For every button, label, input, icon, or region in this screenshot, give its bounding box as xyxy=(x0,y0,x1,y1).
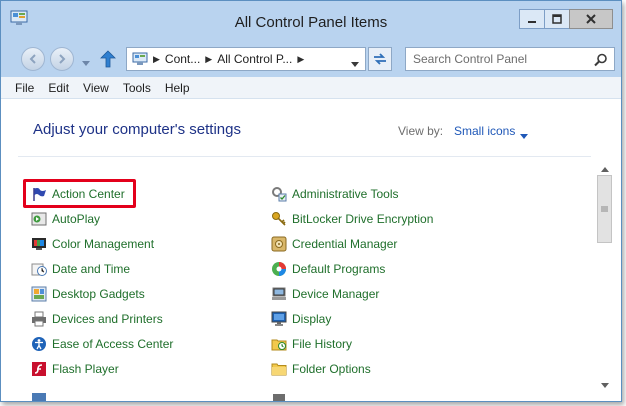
item-label: Display xyxy=(292,312,332,326)
ease-of-access-icon xyxy=(31,336,47,352)
file-history-icon xyxy=(271,336,287,352)
item-label: Color Management xyxy=(52,237,155,251)
content-pane: Adjust your computer's settings View by:… xyxy=(1,99,621,401)
search-input[interactable] xyxy=(413,52,589,66)
partial-row-right xyxy=(271,389,287,401)
item-folder-options[interactable]: Folder Options xyxy=(271,360,371,378)
admin-tools-icon xyxy=(271,186,287,202)
item-label: Administrative Tools xyxy=(292,187,399,201)
view-by-dropdown[interactable]: Small icons xyxy=(454,124,515,138)
default-programs-icon xyxy=(271,261,287,277)
minimize-button[interactable] xyxy=(519,9,545,29)
item-date-and-time[interactable]: Date and Time xyxy=(31,260,130,278)
folder-icon xyxy=(271,361,287,377)
view-by-chevron-down-icon[interactable] xyxy=(520,128,528,142)
refresh-icon xyxy=(374,53,386,65)
search-icon[interactable] xyxy=(594,53,608,70)
close-button[interactable] xyxy=(569,9,613,29)
minimize-icon xyxy=(528,21,536,23)
color-management-icon xyxy=(31,236,47,252)
item-label: Credential Manager xyxy=(292,237,398,251)
bitlocker-key-icon xyxy=(271,211,287,227)
item-credential-manager[interactable]: Credential Manager xyxy=(271,235,397,253)
maximize-button[interactable] xyxy=(544,9,570,29)
menu-file[interactable]: File xyxy=(15,81,34,95)
control-panel-crumb-icon xyxy=(132,52,148,66)
autoplay-icon xyxy=(31,211,47,227)
gadgets-icon xyxy=(31,286,47,302)
item-label: Default Programs xyxy=(292,262,386,276)
item-default-programs[interactable]: Default Programs xyxy=(271,260,385,278)
maximize-icon xyxy=(552,14,562,24)
item-device-manager[interactable]: Device Manager xyxy=(271,285,379,303)
menu-tools[interactable]: Tools xyxy=(123,81,151,95)
display-icon xyxy=(271,311,287,327)
item-desktop-gadgets[interactable]: Desktop Gadgets xyxy=(31,285,145,303)
highlight-box xyxy=(23,179,136,208)
item-autoplay[interactable]: AutoPlay xyxy=(31,210,100,228)
scroll-up-icon[interactable] xyxy=(601,161,609,175)
item-devices-and-printers[interactable]: Devices and Printers xyxy=(31,310,163,328)
forward-arrow-icon xyxy=(59,54,66,64)
refresh-button[interactable] xyxy=(368,47,392,71)
item-color-management[interactable]: Color Management xyxy=(31,235,154,253)
menu-bar: File Edit View Tools Help xyxy=(1,77,621,99)
back-arrow-icon xyxy=(29,54,36,64)
item-ease-of-access-center[interactable]: Ease of Access Center xyxy=(31,335,173,353)
printer-icon xyxy=(31,311,47,327)
breadcrumb-separator-icon: ▶ xyxy=(153,53,160,64)
credential-vault-icon xyxy=(271,236,287,252)
grip-icon xyxy=(601,206,608,212)
device-manager-icon xyxy=(271,286,287,302)
item-display[interactable]: Display xyxy=(271,310,331,328)
item-label: Folder Options xyxy=(292,362,371,376)
menu-edit[interactable]: Edit xyxy=(48,81,69,95)
back-button[interactable] xyxy=(21,47,45,71)
item-label: AutoPlay xyxy=(52,212,101,226)
item-file-history[interactable]: File History xyxy=(271,335,352,353)
forward-button[interactable] xyxy=(50,47,74,71)
page-title: Adjust your computer's settings xyxy=(33,121,241,138)
caption-buttons xyxy=(519,9,613,29)
up-arrow-icon[interactable] xyxy=(100,50,116,71)
partial-row-left xyxy=(31,389,47,401)
breadcrumb-separator-icon: ▶ xyxy=(205,53,213,64)
search-box xyxy=(405,47,615,71)
item-label: File History xyxy=(292,337,353,351)
breadcrumb-separator-icon: ▶ xyxy=(297,53,305,64)
item-administrative-tools[interactable]: Administrative Tools xyxy=(271,185,399,203)
scroll-down-icon[interactable] xyxy=(601,377,609,391)
title-bar[interactable]: All Control Panel Items xyxy=(1,1,621,39)
item-flash-player[interactable]: Flash Player xyxy=(31,360,119,378)
scroll-thumb[interactable] xyxy=(597,175,612,243)
control-panel-window: All Control Panel Items ▶ Cont... ▶ All … xyxy=(0,0,622,402)
item-label: Device Manager xyxy=(292,287,380,301)
item-label: BitLocker Drive Encryption xyxy=(292,212,434,226)
address-bar: ▶ Cont... ▶ All Control P... ▶ xyxy=(1,39,621,77)
item-label: Ease of Access Center xyxy=(52,337,174,351)
address-dropdown-icon[interactable] xyxy=(351,57,359,71)
recent-locations-chevron-icon[interactable] xyxy=(82,56,90,70)
view-by-label: View by: xyxy=(398,124,444,138)
menu-view[interactable]: View xyxy=(83,81,109,95)
breadcrumb[interactable]: ▶ Cont... ▶ All Control P... ▶ xyxy=(126,47,366,71)
menu-help[interactable]: Help xyxy=(165,81,190,95)
vertical-scrollbar[interactable] xyxy=(597,157,613,393)
breadcrumb-item[interactable]: All Control P... xyxy=(217,52,292,66)
item-label: Devices and Printers xyxy=(52,312,163,326)
flash-icon xyxy=(31,361,47,377)
item-bitlocker-drive-encryption[interactable]: BitLocker Drive Encryption xyxy=(271,210,433,228)
content-divider xyxy=(18,156,591,157)
clock-icon xyxy=(31,261,47,277)
close-icon xyxy=(586,14,596,24)
item-label: Flash Player xyxy=(52,362,119,376)
item-label: Date and Time xyxy=(52,262,131,276)
breadcrumb-item[interactable]: Cont... xyxy=(165,52,200,66)
item-label: Desktop Gadgets xyxy=(52,287,145,301)
